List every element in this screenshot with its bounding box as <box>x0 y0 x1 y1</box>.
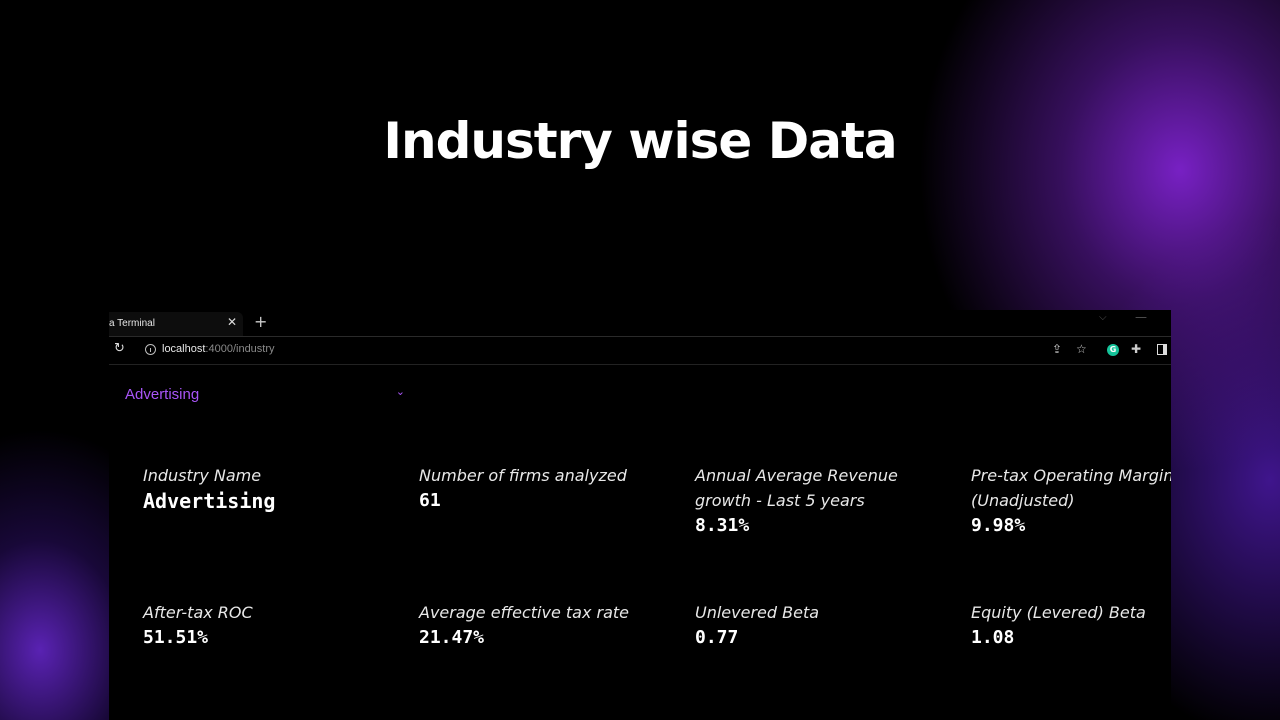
stat-value: Advertising <box>143 489 276 513</box>
puzzle-icon[interactable]: ✚ <box>1131 342 1141 356</box>
stat-label: Equity (Levered) Beta <box>971 603 1146 622</box>
stat-label: Pre-tax Operating Margin (Unadjusted) <box>971 466 1171 510</box>
browser-toolbar: ↻ localhost:4000/industry ⇪ ☆ G ✚ <box>109 337 1171 365</box>
stat-value: 0.77 <box>695 627 739 648</box>
tab-strip: a Terminal ✕ + ⌵ — <box>109 310 1171 337</box>
browser-window: a Terminal ✕ + ⌵ — ↻ localhost:4000/indu… <box>109 310 1171 720</box>
share-icon[interactable]: ⇪ <box>1052 342 1062 356</box>
reload-icon[interactable]: ↻ <box>114 341 125 356</box>
slide-title: Industry wise Data <box>383 112 897 170</box>
stat-label: After-tax ROC <box>143 603 253 622</box>
stat-revenue-growth: Annual Average Revenue growth - Last 5 y… <box>695 463 925 539</box>
industry-select-value: Advertising <box>125 386 200 403</box>
grammarly-icon[interactable]: G <box>1107 344 1119 356</box>
address-bar[interactable]: localhost:4000/industry <box>162 343 275 355</box>
stat-value: 21.47% <box>419 627 485 648</box>
star-icon[interactable]: ☆ <box>1076 342 1087 356</box>
stat-value: 8.31% <box>695 515 750 536</box>
stat-label: Average effective tax rate <box>419 603 630 622</box>
stat-value: 9.98% <box>971 515 1026 536</box>
stat-operating-margin: Pre-tax Operating Margin (Unadjusted) 9.… <box>971 463 1171 539</box>
stat-effective-tax-rate: Average effective tax rate 21.47% <box>419 600 679 651</box>
stat-unlevered-beta: Unlevered Beta 0.77 <box>695 600 955 651</box>
stat-firms-analyzed: Number of firms analyzed 61 <box>419 463 679 514</box>
stat-industry-name: Industry Name Advertising <box>143 463 403 514</box>
plus-icon[interactable]: + <box>254 312 267 331</box>
stat-levered-beta: Equity (Levered) Beta 1.08 <box>971 600 1171 651</box>
stat-label: Unlevered Beta <box>695 603 820 622</box>
info-icon[interactable] <box>145 344 156 355</box>
tab-search-icon[interactable]: ⌵ <box>1099 312 1107 323</box>
browser-tab[interactable]: a Terminal ✕ <box>109 312 243 336</box>
chevron-down-icon: ⌄ <box>395 385 405 398</box>
industry-select[interactable]: Advertising ⌄ <box>125 385 405 406</box>
stat-value: 61 <box>419 490 441 511</box>
minimize-icon[interactable]: — <box>1135 310 1147 324</box>
close-icon[interactable]: ✕ <box>227 315 237 329</box>
url-path: :4000/industry <box>205 343 275 355</box>
side-panel-icon[interactable] <box>1157 344 1167 355</box>
stat-label: Number of firms analyzed <box>419 466 627 485</box>
stat-label: Annual Average Revenue growth - Last 5 y… <box>695 466 898 510</box>
stat-label: Industry Name <box>143 466 262 485</box>
stat-after-tax-roc: After-tax ROC 51.51% <box>143 600 403 651</box>
url-host: localhost <box>162 343 206 355</box>
stat-value: 1.08 <box>971 627 1015 648</box>
stat-value: 51.51% <box>143 627 209 648</box>
tab-title: a Terminal <box>109 318 155 329</box>
